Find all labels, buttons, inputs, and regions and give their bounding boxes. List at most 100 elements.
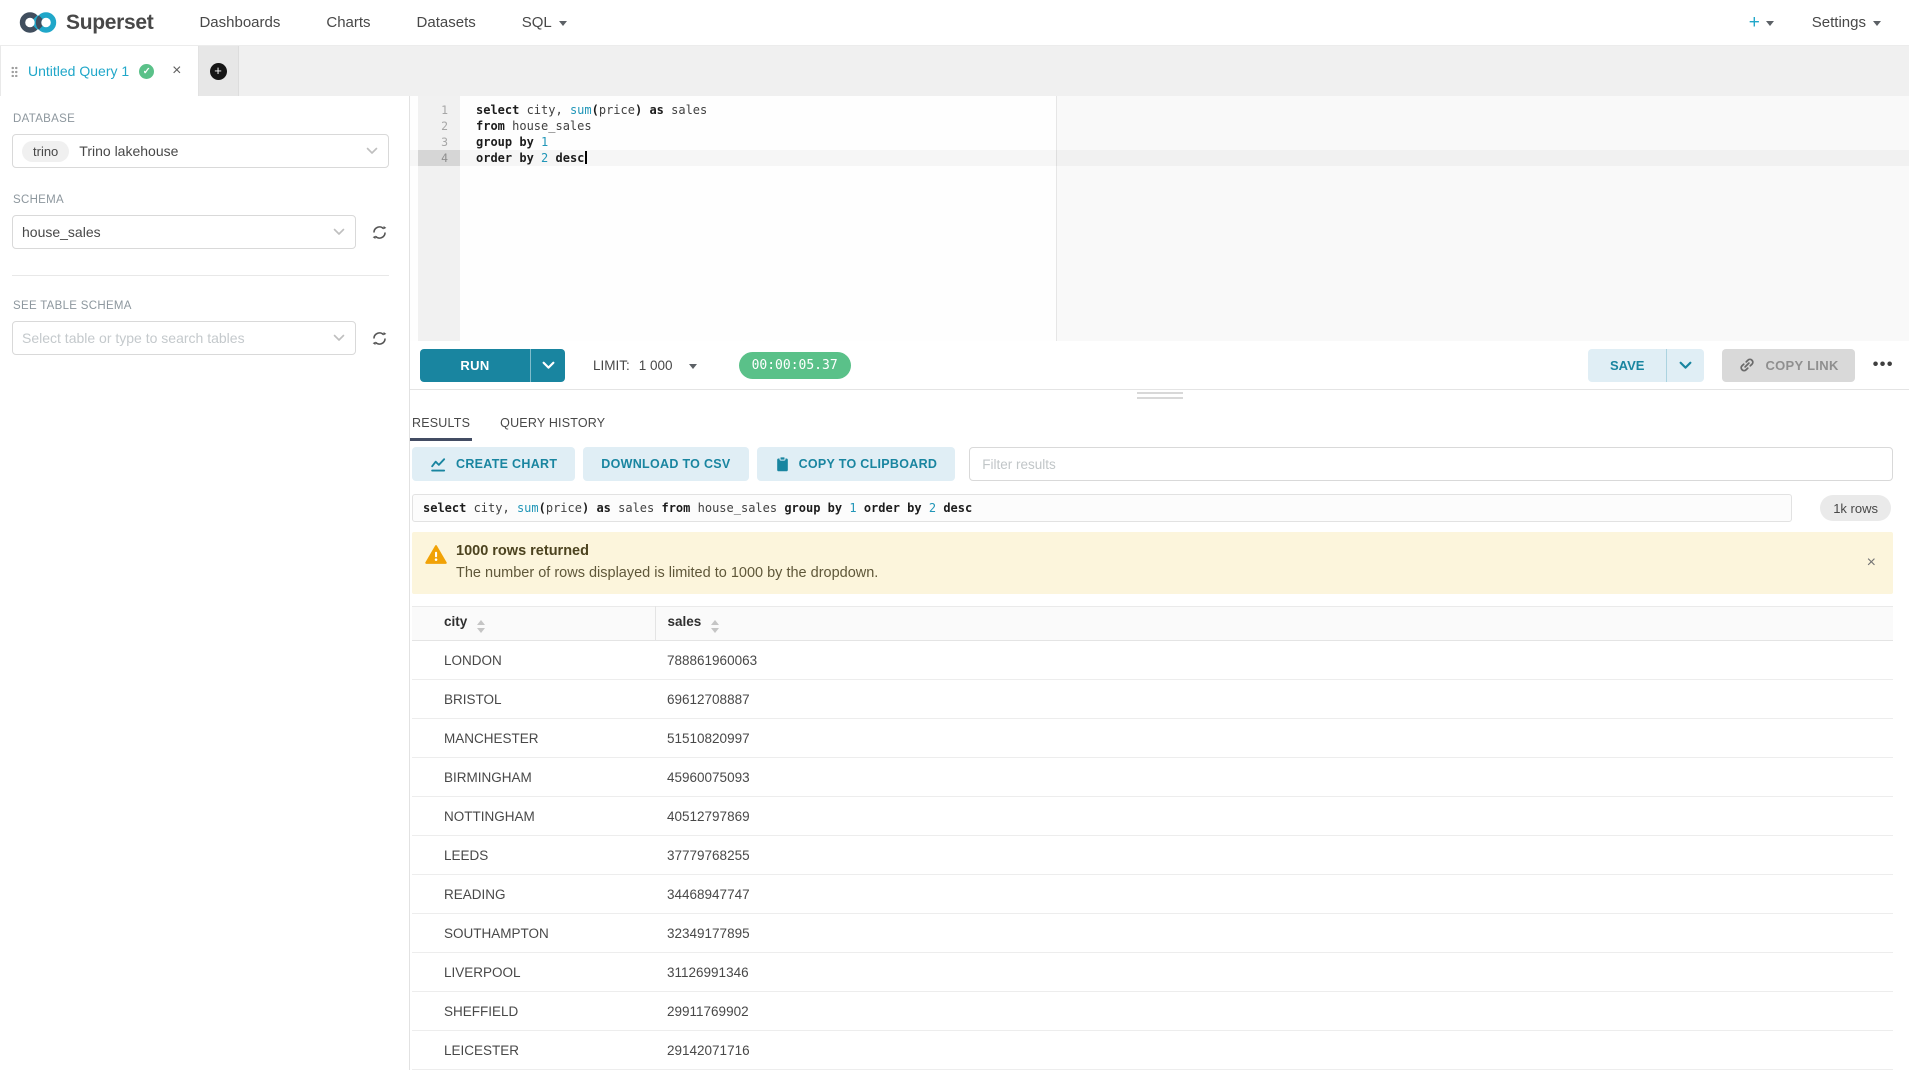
editor-line: 1select city, sum(price) as sales <box>410 102 1909 118</box>
editor-line: 2 from house_sales <box>410 118 1909 134</box>
sql-token: city, <box>466 501 517 515</box>
limit-value: 1 000 <box>639 358 673 373</box>
sql-token <box>936 501 943 515</box>
tab-results[interactable]: RESULTS <box>412 402 470 444</box>
cell-sales: 31126991346 <box>655 953 1893 992</box>
cell-sales: 45960075093 <box>655 758 1893 797</box>
sort-icon <box>477 620 485 633</box>
column-header-city[interactable]: city <box>412 607 655 641</box>
table-row: LIVERPOOL31126991346 <box>412 953 1893 992</box>
link-icon <box>1738 356 1756 374</box>
caret-down-icon <box>559 21 567 26</box>
clipboard-icon <box>775 456 790 473</box>
chevron-down-icon <box>366 147 378 155</box>
column-header-sales[interactable]: sales <box>655 607 1893 641</box>
warning-icon <box>425 544 447 565</box>
line-code: order by 2 desc <box>460 150 587 166</box>
new-item-button[interactable]: + <box>1749 13 1774 32</box>
nav-item-label: SQL <box>522 14 552 31</box>
create-chart-button[interactable]: CREATE CHART <box>412 447 575 481</box>
executed-query-preview: select city, sum(price) as sales from ho… <box>412 494 1792 522</box>
run-button[interactable]: RUN <box>420 349 530 382</box>
column-header-label: city <box>444 614 467 629</box>
sql-token: 1 <box>541 135 548 149</box>
refresh-schema-button[interactable] <box>369 222 389 242</box>
download-csv-button[interactable]: DOWNLOAD TO CSV <box>583 447 748 481</box>
save-options-button[interactable] <box>1666 349 1704 382</box>
refresh-icon <box>370 329 389 348</box>
table-row: BIRMINGHAM45960075093 <box>412 758 1893 797</box>
sidebar-divider <box>12 275 389 276</box>
sql-token: ) <box>582 501 589 515</box>
tab-query-history[interactable]: QUERY HISTORY <box>500 402 605 444</box>
editor-line: 4order by 2 desc <box>410 150 1909 166</box>
drag-handle-icon[interactable] <box>11 66 18 77</box>
schema-value: house_sales <box>22 224 101 240</box>
cell-sales: 69612708887 <box>655 680 1893 719</box>
table-row: SOUTHAMPTON32349177895 <box>412 914 1893 953</box>
close-alert-icon[interactable]: × <box>1867 555 1876 571</box>
sql-token: from <box>476 119 505 133</box>
settings-label: Settings <box>1812 14 1866 31</box>
schema-select[interactable]: house_sales <box>12 215 356 249</box>
line-number: 1 <box>418 102 460 118</box>
sql-token: house_sales <box>505 119 592 133</box>
more-actions-button[interactable]: ••• <box>1873 356 1894 374</box>
query-tab-label: Untitled Query 1 <box>28 63 129 79</box>
superset-infinity-icon <box>18 9 58 36</box>
filter-results-input[interactable] <box>969 447 1893 481</box>
refresh-tables-button[interactable] <box>369 328 389 348</box>
sql-token: as <box>649 103 663 117</box>
superset-sql-lab: Superset Dashboards Charts Datasets SQL + S… <box>0 0 1909 1070</box>
download-csv-label: DOWNLOAD TO CSV <box>601 457 730 471</box>
table-row: BRISTOL69612708887 <box>412 680 1893 719</box>
cell-city: LIVERPOOL <box>412 953 655 992</box>
copy-to-clipboard-button[interactable]: COPY TO CLIPBOARD <box>757 447 956 481</box>
sql-token: as <box>596 501 610 515</box>
chevron-down-icon <box>542 361 555 370</box>
settings-menu[interactable]: Settings <box>1812 14 1881 31</box>
sql-lab-main: 1select city, sum(price) as sales2from h… <box>410 96 1909 1070</box>
line-code: group by 1 <box>460 134 548 150</box>
sort-up-icon <box>711 620 719 625</box>
sql-lab-sidebar: DATABASE trino Trino lakehouse SCHEMA ho… <box>0 96 410 1070</box>
line-number: 2 <box>418 118 460 134</box>
sort-down-icon <box>477 628 485 633</box>
toolbar-right: SAVE COPY LINK ••• <box>1588 349 1894 382</box>
superset-logo[interactable]: Superset <box>18 9 153 36</box>
nav-item-datasets[interactable]: Datasets <box>417 14 476 31</box>
run-button-group: RUN <box>420 349 565 382</box>
table-row: LEEDS37779768255 <box>412 836 1893 875</box>
brand-name: Superset <box>66 11 153 35</box>
cell-sales: 37779768255 <box>655 836 1893 875</box>
cell-city: NOTTINGHAM <box>412 797 655 836</box>
sql-token: desc <box>943 501 972 515</box>
sql-editor[interactable]: 1select city, sum(price) as sales2 from h… <box>410 96 1909 341</box>
sql-token <box>857 501 864 515</box>
cell-city: LEEDS <box>412 836 655 875</box>
tab-untitled-query-1[interactable]: Untitled Query 1 ✓ × <box>0 46 199 96</box>
pane-resize-handle[interactable] <box>410 390 1909 402</box>
add-tab-button[interactable]: + <box>199 46 239 96</box>
database-engine-badge: trino <box>22 141 69 162</box>
nav-item-sql[interactable]: SQL <box>522 14 567 31</box>
sql-token: 2 <box>929 501 936 515</box>
table-select[interactable]: Select table or type to search tables <box>12 321 356 355</box>
database-select[interactable]: trino Trino lakehouse <box>12 134 389 168</box>
cell-sales: 34468947747 <box>655 875 1893 914</box>
sql-token: sum <box>517 501 539 515</box>
close-tab-icon[interactable]: × <box>172 63 181 79</box>
results-tabs: RESULTS QUERY HISTORY <box>412 402 1893 444</box>
cell-city: LONDON <box>412 641 655 680</box>
nav-item-charts[interactable]: Charts <box>326 14 370 31</box>
chevron-down-icon <box>333 228 345 236</box>
nav-item-dashboards[interactable]: Dashboards <box>199 14 280 31</box>
table-row: READING34468947747 <box>412 875 1893 914</box>
create-chart-label: CREATE CHART <box>456 457 557 471</box>
sql-token <box>589 501 596 515</box>
copy-link-button[interactable]: COPY LINK <box>1722 349 1854 382</box>
limit-dropdown[interactable]: LIMIT: 1 000 <box>593 358 697 373</box>
run-options-button[interactable] <box>530 349 565 382</box>
save-button[interactable]: SAVE <box>1588 349 1666 382</box>
line-chart-icon <box>430 456 447 473</box>
